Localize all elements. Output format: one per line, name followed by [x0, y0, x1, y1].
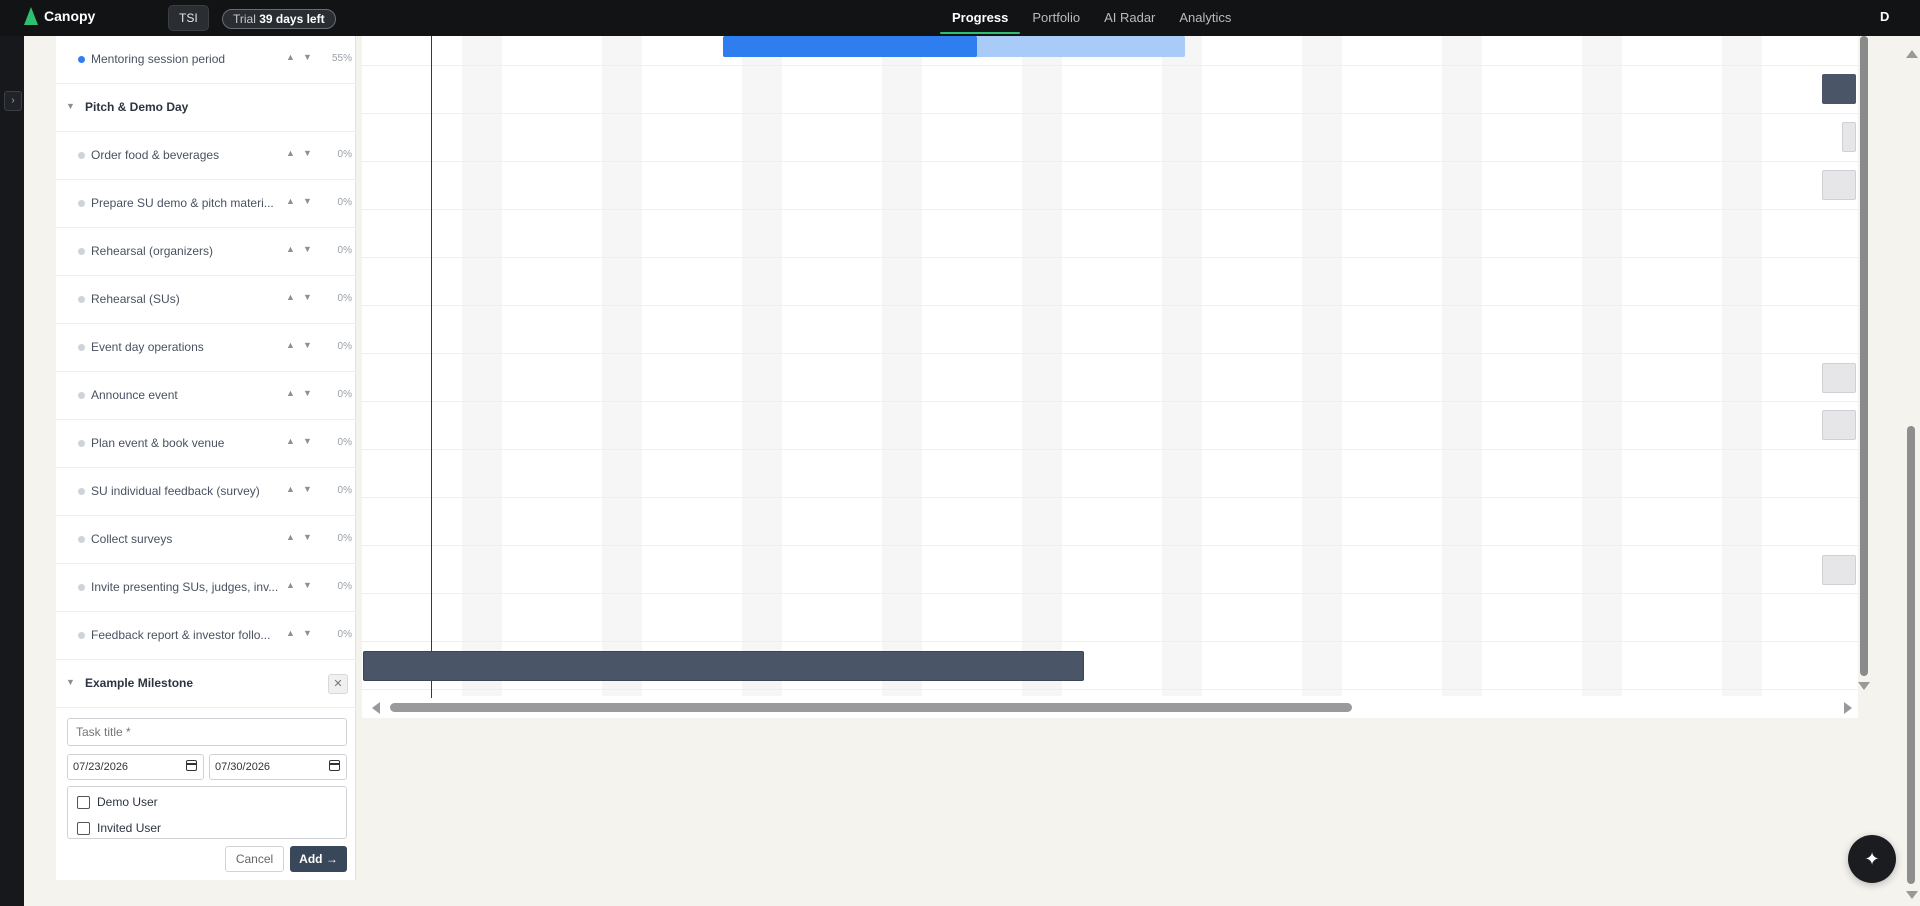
weekend-band: [1022, 36, 1062, 696]
weekend-band: [602, 36, 642, 696]
row-gridline: [362, 161, 1858, 162]
task-progress-fill: [723, 36, 977, 57]
scroll-down-icon[interactable]: [1906, 891, 1918, 899]
expand-sidebar-button[interactable]: ›: [4, 91, 22, 111]
scroll-right-icon[interactable]: [1844, 702, 1852, 714]
tab-progress[interactable]: Progress: [940, 0, 1021, 36]
row-gridline: [362, 641, 1858, 642]
row-gridline: [362, 545, 1858, 546]
scroll-left-icon[interactable]: [372, 702, 380, 714]
assignee-option[interactable]: Demo User: [77, 793, 158, 811]
end-date-value: 07/30/2026: [215, 761, 271, 773]
assignee-list: Demo User Invited User: [67, 786, 347, 839]
horizontal-scroll-thumb[interactable]: [390, 703, 1352, 712]
start-date-input[interactable]: 07/23/2026: [67, 754, 204, 780]
tab-ai-radar[interactable]: AI Radar: [1092, 0, 1167, 36]
tab-portfolio[interactable]: Portfolio: [1020, 0, 1092, 36]
row-gridline: [362, 593, 1858, 594]
row-gridline: [362, 257, 1858, 258]
add-task-button[interactable]: Add →: [290, 846, 347, 872]
task-bar[interactable]: [1822, 555, 1856, 585]
milestone-bar[interactable]: [1822, 74, 1856, 104]
assignee-name: Invited User: [97, 821, 162, 835]
row-gridline: [362, 305, 1858, 306]
assignee-option[interactable]: Invited User: [77, 819, 161, 837]
row-gridline: [362, 113, 1858, 114]
cancel-button[interactable]: Cancel: [225, 846, 284, 872]
calendar-icon[interactable]: [329, 760, 340, 771]
tab-analytics[interactable]: Analytics: [1167, 0, 1243, 36]
start-date-value: 07/23/2026: [73, 761, 129, 773]
row-gridline: [362, 449, 1858, 450]
weekend-band: [1302, 36, 1342, 696]
calendar-icon[interactable]: [186, 760, 197, 771]
add-task-form: 07/23/2026 07/30/2026 Demo User Invited …: [56, 0, 356, 906]
row-gridline: [362, 497, 1858, 498]
weekend-band: [1442, 36, 1482, 696]
today-marker: [431, 36, 432, 698]
row-gridline: [362, 65, 1858, 66]
page-scrollbar[interactable]: [1902, 36, 1920, 906]
row-gridline: [362, 209, 1858, 210]
weekend-band: [882, 36, 922, 696]
weekend-band: [1722, 36, 1762, 696]
task-bar[interactable]: [1822, 363, 1856, 393]
task-bar[interactable]: [1822, 170, 1856, 200]
milestone-bar[interactable]: [363, 651, 1084, 681]
task-bar[interactable]: [1822, 410, 1856, 440]
assignee-checkbox[interactable]: [77, 821, 90, 835]
task-bar[interactable]: [1842, 122, 1856, 152]
assignee-checkbox[interactable]: [77, 795, 90, 809]
scroll-down-icon[interactable]: [1858, 682, 1870, 690]
gantt-timeline[interactable]: [362, 36, 1858, 718]
user-avatar[interactable]: D: [1880, 9, 1889, 24]
weekend-band: [742, 36, 782, 696]
row-gridline: [362, 689, 1858, 690]
weekend-band: [1582, 36, 1622, 696]
page-scroll-thumb[interactable]: [1907, 426, 1915, 884]
main-nav: Progress Portfolio AI Radar Analytics: [940, 0, 1243, 36]
row-gridline: [362, 353, 1858, 354]
weekend-band: [1162, 36, 1202, 696]
row-gridline: [362, 401, 1858, 402]
ai-assistant-button[interactable]: ✦: [1848, 835, 1896, 883]
left-rail: ›: [0, 36, 24, 906]
horizontal-scrollbar[interactable]: [366, 699, 1856, 715]
gantt-vertical-scroll-thumb[interactable]: [1860, 36, 1868, 676]
task-title-input[interactable]: [67, 718, 347, 746]
canopy-logo-icon: [24, 7, 38, 25]
scroll-up-icon[interactable]: [1906, 50, 1918, 58]
assignee-name: Demo User: [97, 795, 158, 809]
weekend-band: [462, 36, 502, 696]
end-date-input[interactable]: 07/30/2026: [209, 754, 347, 780]
